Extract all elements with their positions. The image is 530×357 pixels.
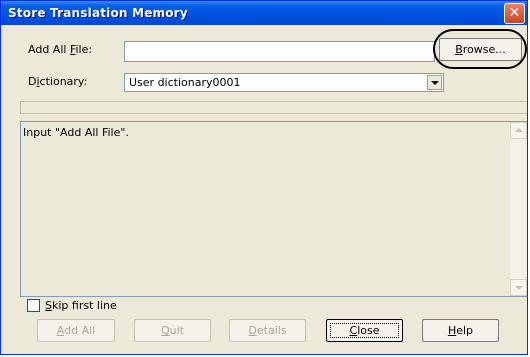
scroll-up-icon[interactable] <box>510 122 527 139</box>
label-text: ile: <box>75 43 93 56</box>
close-icon[interactable]: ✕ <box>504 3 525 24</box>
dictionary-label: Dictionary: <box>28 75 87 88</box>
label-text: kip first line <box>51 299 117 312</box>
button-label: uit <box>169 324 184 337</box>
label-text: ctionary: <box>39 75 88 88</box>
add-all-button[interactable]: Add All <box>37 319 115 342</box>
progress-bar <box>20 101 527 114</box>
focus-ring <box>330 323 399 338</box>
add-all-file-label: Add All File: <box>28 43 92 56</box>
dictionary-selected-value: User dictionary0001 <box>129 76 241 89</box>
log-output[interactable]: Input "Add All File". <box>20 121 527 297</box>
highlight-annotation <box>433 29 527 69</box>
add-all-file-input[interactable] <box>124 41 435 62</box>
button-accel: H <box>447 324 457 337</box>
button-accel: Q <box>160 324 170 337</box>
title-bar[interactable]: Store Translation Memory ✕ <box>1 1 527 25</box>
button-label: etails <box>256 324 287 337</box>
label-accel: S <box>45 299 52 312</box>
label-text: Add All <box>28 43 70 56</box>
skip-first-line-label[interactable]: Skip first line <box>45 299 117 312</box>
button-label: elp <box>456 324 474 337</box>
dictionary-select[interactable]: User dictionary0001 <box>124 73 444 92</box>
skip-first-line-checkbox[interactable] <box>27 299 40 312</box>
log-message: Input "Add All File". <box>23 126 129 139</box>
log-scrollbar[interactable] <box>510 122 527 296</box>
window-title: Store Translation Memory <box>8 6 188 20</box>
close-button[interactable]: Close <box>326 319 403 342</box>
store-translation-memory-dialog: Store Translation Memory ✕ Add All File:… <box>0 0 528 355</box>
quit-button[interactable]: Quit <box>134 319 211 342</box>
details-button[interactable]: Details <box>229 319 306 342</box>
button-accel: A <box>56 324 65 337</box>
chevron-down-icon[interactable] <box>427 75 442 90</box>
scroll-down-icon[interactable] <box>510 279 527 296</box>
button-label: dd All <box>64 324 96 337</box>
help-button[interactable]: Help <box>422 319 499 342</box>
button-accel: D <box>248 324 257 337</box>
